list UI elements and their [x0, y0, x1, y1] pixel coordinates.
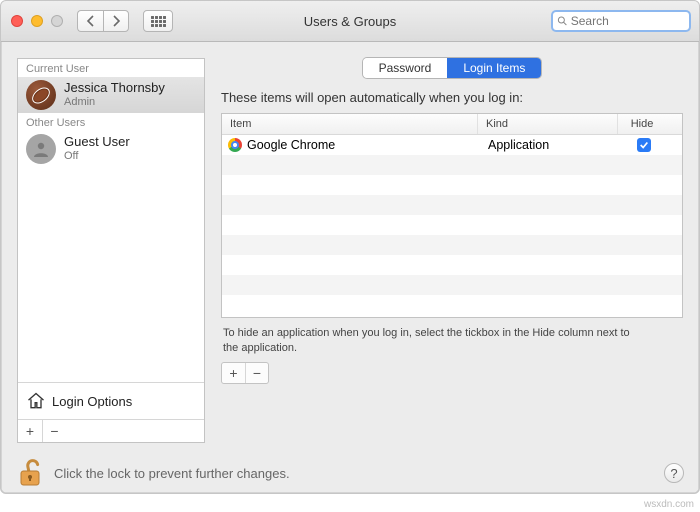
- zoom-window-button: [51, 15, 63, 27]
- login-items-table: Item Kind Hide Google Chrome Application: [221, 113, 683, 318]
- titlebar: Users & Groups: [1, 1, 699, 42]
- user-role: Admin: [64, 96, 165, 109]
- watermark: wsxdn.com: [644, 499, 694, 510]
- login-items-plus-minus: + −: [221, 362, 269, 384]
- user-status: Off: [64, 150, 130, 163]
- login-options-label: Login Options: [52, 394, 132, 409]
- sidebar-header-current: Current User: [18, 59, 204, 77]
- traffic-lights: [11, 15, 63, 27]
- table-row[interactable]: Google Chrome Application: [222, 135, 682, 155]
- login-options-button[interactable]: Login Options: [18, 382, 204, 419]
- remove-login-item-button[interactable]: −: [245, 363, 268, 383]
- show-all-button[interactable]: [143, 10, 173, 32]
- sidebar-header-other: Other Users: [18, 113, 204, 131]
- add-user-button[interactable]: +: [18, 420, 42, 442]
- main-panel: Password Login Items These items will op…: [221, 58, 683, 443]
- column-header-hide[interactable]: Hide: [618, 114, 666, 134]
- hide-hint-text: To hide an application when you log in, …: [221, 318, 641, 362]
- user-name: Guest User: [64, 135, 130, 150]
- sidebar-user-guest[interactable]: Guest User Off: [18, 131, 204, 167]
- column-header-kind[interactable]: Kind: [478, 114, 618, 134]
- column-gutter: [666, 114, 682, 134]
- user-name: Jessica Thornsby: [64, 81, 165, 96]
- remove-user-button[interactable]: −: [42, 420, 66, 442]
- sidebar-plus-minus: + −: [18, 419, 204, 442]
- nav-group: [77, 10, 129, 32]
- hide-checkbox[interactable]: [637, 138, 651, 152]
- tab-bar: Password Login Items: [221, 58, 683, 78]
- row-item-name: Google Chrome: [247, 138, 335, 152]
- close-window-button[interactable]: [11, 15, 23, 27]
- help-button[interactable]: ?: [664, 463, 684, 483]
- tab-password[interactable]: Password: [363, 58, 448, 78]
- sidebar-user-current[interactable]: Jessica Thornsby Admin: [18, 77, 204, 113]
- tab-login-items[interactable]: Login Items: [447, 58, 541, 78]
- lock-hint-text: Click the lock to prevent further change…: [54, 466, 654, 481]
- search-input[interactable]: [571, 14, 685, 28]
- users-sidebar: Current User Jessica Thornsby Admin Othe…: [17, 58, 205, 443]
- search-icon: [557, 15, 568, 27]
- login-items-intro: These items will open automatically when…: [221, 90, 683, 105]
- preferences-window: Users & Groups Current User Jessica Thor…: [0, 0, 700, 494]
- minimize-window-button[interactable]: [31, 15, 43, 27]
- search-field[interactable]: [551, 10, 691, 32]
- footer: Click the lock to prevent further change…: [0, 452, 700, 494]
- chrome-icon: [228, 138, 242, 152]
- add-login-item-button[interactable]: +: [222, 363, 245, 383]
- nav-back-button[interactable]: [77, 10, 103, 32]
- nav-forward-button[interactable]: [103, 10, 129, 32]
- unlocked-lock-icon[interactable]: [16, 458, 44, 488]
- house-icon: [26, 391, 46, 411]
- avatar: [26, 134, 56, 164]
- avatar: [26, 80, 56, 110]
- row-kind: Application: [480, 138, 620, 152]
- column-header-item[interactable]: Item: [222, 114, 478, 134]
